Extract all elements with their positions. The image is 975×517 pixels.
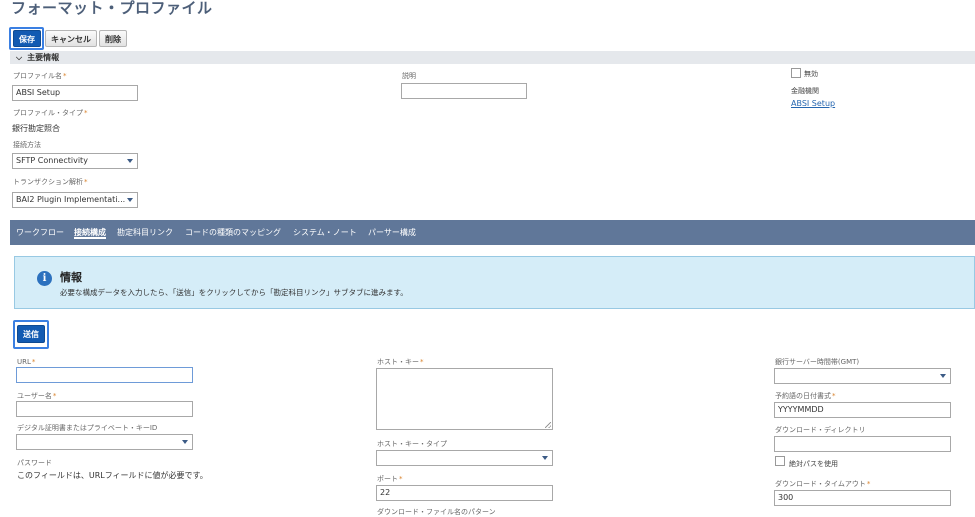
download-directory-label: ダウンロード・ディレクトリ [775, 426, 866, 434]
connection-method-label: 接続方法 [13, 141, 41, 149]
description-label: 説明 [402, 72, 416, 80]
submit-button[interactable]: 送信 [17, 325, 45, 343]
absolute-path-checkbox[interactable] [775, 456, 785, 466]
tab-workflow[interactable]: ワークフロー [16, 220, 64, 245]
cert-key-label: デジタル証明書またはプライベート・キーID [17, 424, 158, 432]
password-note: このフィールドは、URLフィールドに値が必要です。 [17, 471, 208, 480]
profile-type-value: 銀行勘定照合 [12, 124, 60, 133]
host-key-type-label: ホスト・キー・タイプ [377, 440, 447, 448]
dropdown-arrow-icon [182, 440, 188, 444]
port-label: ポート* [377, 475, 403, 483]
port-input[interactable]: 22 [376, 485, 553, 501]
financial-institution-label: 金融機関 [791, 87, 819, 95]
tab-connection-config[interactable]: 接続構成 [74, 220, 106, 245]
host-key-type-select[interactable] [376, 450, 553, 466]
username-input[interactable] [16, 401, 193, 417]
tab-account-links[interactable]: 勘定科目リンク [117, 220, 173, 245]
cancel-button[interactable]: キャンセル [45, 30, 97, 47]
download-directory-input[interactable] [774, 436, 951, 452]
save-button[interactable]: 保存 [13, 30, 41, 47]
profile-name-label: プロファイル名* [13, 72, 67, 80]
description-input[interactable] [401, 83, 527, 99]
page-title: フォーマット・プロファイル [11, 0, 213, 17]
host-key-label: ホスト・キー* [377, 358, 424, 366]
transaction-parser-label: トランザクション解析* [13, 178, 88, 186]
info-icon: i [37, 271, 52, 286]
download-timeout-input[interactable]: 300 [774, 490, 951, 506]
host-key-textarea[interactable] [376, 368, 553, 430]
password-label: パスワード [17, 459, 52, 467]
username-label: ユーザー名* [17, 392, 57, 400]
url-label: URL* [17, 358, 36, 366]
info-message: 必要な構成データを入力したら、「送信」をクリックしてから「勘定科目リンク」サブタ… [60, 288, 408, 297]
resize-grip-icon[interactable] [545, 422, 551, 428]
bank-timezone-select[interactable] [774, 368, 951, 384]
inactive-checkbox[interactable] [791, 68, 801, 78]
subtab-bar: ワークフロー 接続構成 勘定科目リンク コードの種類のマッピング システム・ノー… [10, 220, 975, 245]
dropdown-arrow-icon [940, 374, 946, 378]
dropdown-arrow-icon [127, 159, 133, 163]
profile-type-label: プロファイル・タイプ* [13, 109, 88, 117]
date-format-label: 予約語の日付書式* [775, 392, 836, 400]
inactive-label: 無効 [804, 70, 818, 78]
info-title: 情報 [60, 271, 82, 284]
delete-button[interactable]: 削除 [99, 30, 127, 47]
section-title: 主要情報 [27, 53, 60, 62]
transaction-parser-value: BAI2 Plugin Implementati... [16, 195, 126, 204]
dropdown-arrow-icon [127, 198, 133, 202]
tab-code-type-mapping[interactable]: コードの種類のマッピング [185, 220, 281, 245]
bank-timezone-label: 銀行サーバー時間帯(GMT) [775, 358, 860, 366]
profile-name-input[interactable]: ABSI Setup [12, 85, 138, 101]
date-format-input[interactable]: YYYYMMDD [774, 402, 951, 418]
tab-parser-config[interactable]: パーサー構成 [368, 220, 416, 245]
url-input[interactable] [16, 367, 193, 383]
connection-method-value: SFTP Connectivity [16, 156, 88, 165]
download-timeout-label: ダウンロード・タイムアウト* [775, 480, 871, 488]
cert-key-select[interactable] [16, 434, 193, 450]
absolute-path-label: 絶対パスを使用 [789, 460, 838, 468]
chevron-down-icon: ⌵ [16, 53, 23, 62]
connection-method-select[interactable]: SFTP Connectivity [12, 153, 138, 169]
dropdown-arrow-icon [542, 456, 548, 460]
info-banner: i 情報 必要な構成データを入力したら、「送信」をクリックしてから「勘定科目リン… [14, 256, 975, 309]
financial-institution-link[interactable]: ABSI Setup [791, 99, 835, 108]
transaction-parser-select[interactable]: BAI2 Plugin Implementati... [12, 192, 138, 208]
primary-info-section[interactable]: ⌵ 主要情報 [10, 51, 975, 64]
tab-system-notes[interactable]: システム・ノート [293, 220, 357, 245]
